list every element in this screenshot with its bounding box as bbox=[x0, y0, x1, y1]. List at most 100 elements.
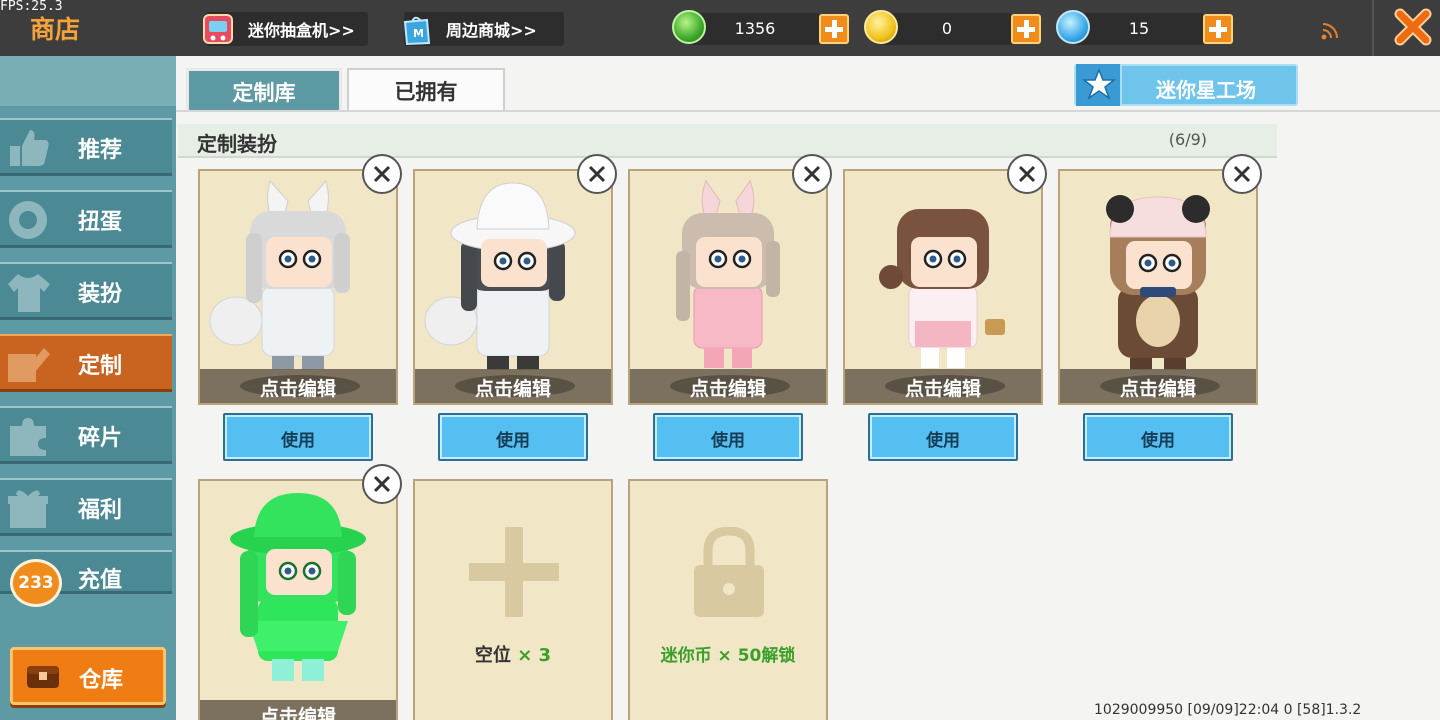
add-gems-button[interactable] bbox=[819, 14, 849, 44]
shopping-bag-icon: M bbox=[403, 16, 431, 46]
coin-balance-value: 0 bbox=[941, 19, 953, 38]
close-icon bbox=[373, 165, 391, 183]
avatar-image bbox=[424, 182, 576, 370]
mini-coin-balance-value: 15 bbox=[1128, 19, 1150, 38]
sidebar-item-label: 推荐 bbox=[78, 138, 123, 163]
locked-slot-card[interactable]: 迷你币 × 50解锁 bbox=[628, 479, 828, 720]
sidebar-item-label: 装扮 bbox=[78, 282, 123, 307]
tab-divider bbox=[176, 110, 1440, 112]
gold-coin-icon bbox=[864, 10, 898, 44]
shirt-icon bbox=[8, 274, 50, 312]
sidebar-item-label: 充值 bbox=[78, 568, 123, 593]
edit-label: 点击编辑 bbox=[474, 378, 551, 400]
empty-slot-label: 空位 × 3 bbox=[474, 645, 552, 666]
outfit-card[interactable]: 点击编辑 bbox=[413, 169, 613, 405]
outfit-card[interactable]: 点击编辑 bbox=[843, 169, 1043, 405]
close-icon bbox=[1018, 165, 1036, 183]
svg-text:M: M bbox=[413, 27, 424, 40]
sidebar-item-welfare[interactable]: 福利 bbox=[0, 478, 172, 536]
outfit-card[interactable]: 点击编辑 bbox=[198, 479, 398, 720]
use-label: 使用 bbox=[1141, 431, 1175, 451]
gift-icon bbox=[8, 490, 48, 528]
delete-outfit-button[interactable] bbox=[1007, 154, 1047, 194]
avatar-image bbox=[879, 209, 1005, 368]
sidebar-item-label: 定制 bbox=[78, 354, 123, 379]
use-label: 使用 bbox=[281, 431, 315, 451]
edit-bar[interactable]: 点击编辑 bbox=[845, 369, 1041, 403]
lock-icon bbox=[694, 527, 764, 617]
coin-balance: 0 bbox=[882, 13, 1012, 45]
build-info: 1029009950 [09/09]22:04 0 [58]1.3.2 bbox=[1094, 702, 1362, 718]
edit-bar[interactable]: 点击编辑 bbox=[200, 369, 396, 403]
signal-icon bbox=[1321, 23, 1338, 40]
edit-bar[interactable]: 点击编辑 bbox=[630, 369, 826, 403]
pencil-icon bbox=[8, 348, 50, 382]
add-coins-button[interactable] bbox=[1011, 14, 1041, 44]
sidebar-header bbox=[0, 56, 176, 106]
gacha-machine-icon bbox=[203, 14, 233, 44]
edit-bar[interactable]: 点击编辑 bbox=[415, 369, 611, 403]
close-button[interactable] bbox=[1372, 0, 1440, 56]
warehouse-label: 仓库 bbox=[79, 668, 124, 693]
edit-bar[interactable]: 点击编辑 bbox=[1060, 369, 1256, 403]
edit-label: 点击编辑 bbox=[259, 706, 336, 720]
locked-slot-label: 迷你币 × 50解锁 bbox=[660, 646, 796, 666]
outfit-card[interactable]: 点击编辑 bbox=[198, 169, 398, 405]
edit-label: 点击编辑 bbox=[689, 378, 766, 400]
gem-balance-value: 1356 bbox=[734, 19, 776, 38]
section-header: 定制装扮 (6/9) bbox=[178, 124, 1277, 158]
avatar-image bbox=[1106, 195, 1210, 370]
empty-slot-count: × 3 bbox=[517, 645, 552, 666]
sidebar-item-label: 碎片 bbox=[78, 426, 123, 451]
close-icon bbox=[1394, 8, 1432, 46]
use-outfit-button[interactable]: 使用 bbox=[868, 413, 1018, 461]
notification-badge: 233 bbox=[10, 559, 62, 607]
delete-outfit-button[interactable] bbox=[792, 154, 832, 194]
gacha-link[interactable]: 迷你抽盒机>> bbox=[203, 12, 368, 46]
gacha-link-label: 迷你抽盒机>> bbox=[248, 21, 355, 40]
avatar-image bbox=[676, 179, 780, 368]
tab-owned[interactable]: 已拥有 bbox=[347, 68, 505, 112]
capsule-icon bbox=[9, 201, 47, 239]
merch-link[interactable]: M 周边商城>> bbox=[403, 12, 564, 46]
warehouse-button[interactable]: 仓库 bbox=[10, 647, 166, 705]
close-icon bbox=[1233, 165, 1251, 183]
sidebar-item-fragments[interactable]: 碎片 bbox=[0, 406, 172, 464]
avatar-image bbox=[230, 493, 366, 681]
section-count: (6/9) bbox=[1168, 130, 1207, 149]
delete-outfit-button[interactable] bbox=[362, 464, 402, 504]
edit-bar[interactable]: 点击编辑 bbox=[200, 700, 396, 720]
outfit-card[interactable]: 点击编辑 bbox=[628, 169, 828, 405]
delete-outfit-button[interactable] bbox=[1222, 154, 1262, 194]
outfit-card[interactable]: 点击编辑 bbox=[1058, 169, 1258, 405]
edit-label: 点击编辑 bbox=[259, 378, 336, 400]
sidebar-item-recommend[interactable]: 推荐 bbox=[0, 118, 172, 176]
chest-icon bbox=[27, 666, 59, 688]
use-outfit-button[interactable]: 使用 bbox=[223, 413, 373, 461]
avatar-image bbox=[209, 179, 350, 370]
use-outfit-button[interactable]: 使用 bbox=[653, 413, 803, 461]
section-title: 定制装扮 bbox=[197, 132, 277, 156]
mini-coin-balance: 15 bbox=[1074, 13, 1204, 45]
mini-workshop-button[interactable]: 迷你星工场 bbox=[1074, 64, 1298, 106]
gem-icon bbox=[672, 10, 706, 44]
sidebar-item-label: 福利 bbox=[78, 498, 123, 523]
puzzle-icon bbox=[10, 418, 46, 456]
delete-outfit-button[interactable] bbox=[362, 154, 402, 194]
use-label: 使用 bbox=[926, 431, 960, 451]
mini-coin-icon bbox=[1056, 10, 1090, 44]
add-mini-coins-button[interactable] bbox=[1203, 14, 1233, 44]
use-outfit-button[interactable]: 使用 bbox=[1083, 413, 1233, 461]
top-bar: FPS:25.3 商店 迷你抽盒机>> M 周边商城>> 1356 0 15 bbox=[0, 0, 1440, 56]
empty-slot-card[interactable]: 空位 × 3 bbox=[413, 479, 613, 720]
sidebar-item-outfits[interactable]: 装扮 bbox=[0, 262, 172, 320]
star-icon bbox=[1076, 64, 1122, 106]
close-icon bbox=[588, 165, 606, 183]
delete-outfit-button[interactable] bbox=[577, 154, 617, 194]
use-label: 使用 bbox=[711, 431, 745, 451]
use-outfit-button[interactable]: 使用 bbox=[438, 413, 588, 461]
sidebar-item-gacha[interactable]: 扭蛋 bbox=[0, 190, 172, 248]
page-title: 商店 bbox=[30, 15, 81, 44]
tab-custom-library[interactable]: 定制库 bbox=[186, 68, 342, 112]
sidebar-item-custom[interactable]: 定制 bbox=[0, 334, 172, 392]
